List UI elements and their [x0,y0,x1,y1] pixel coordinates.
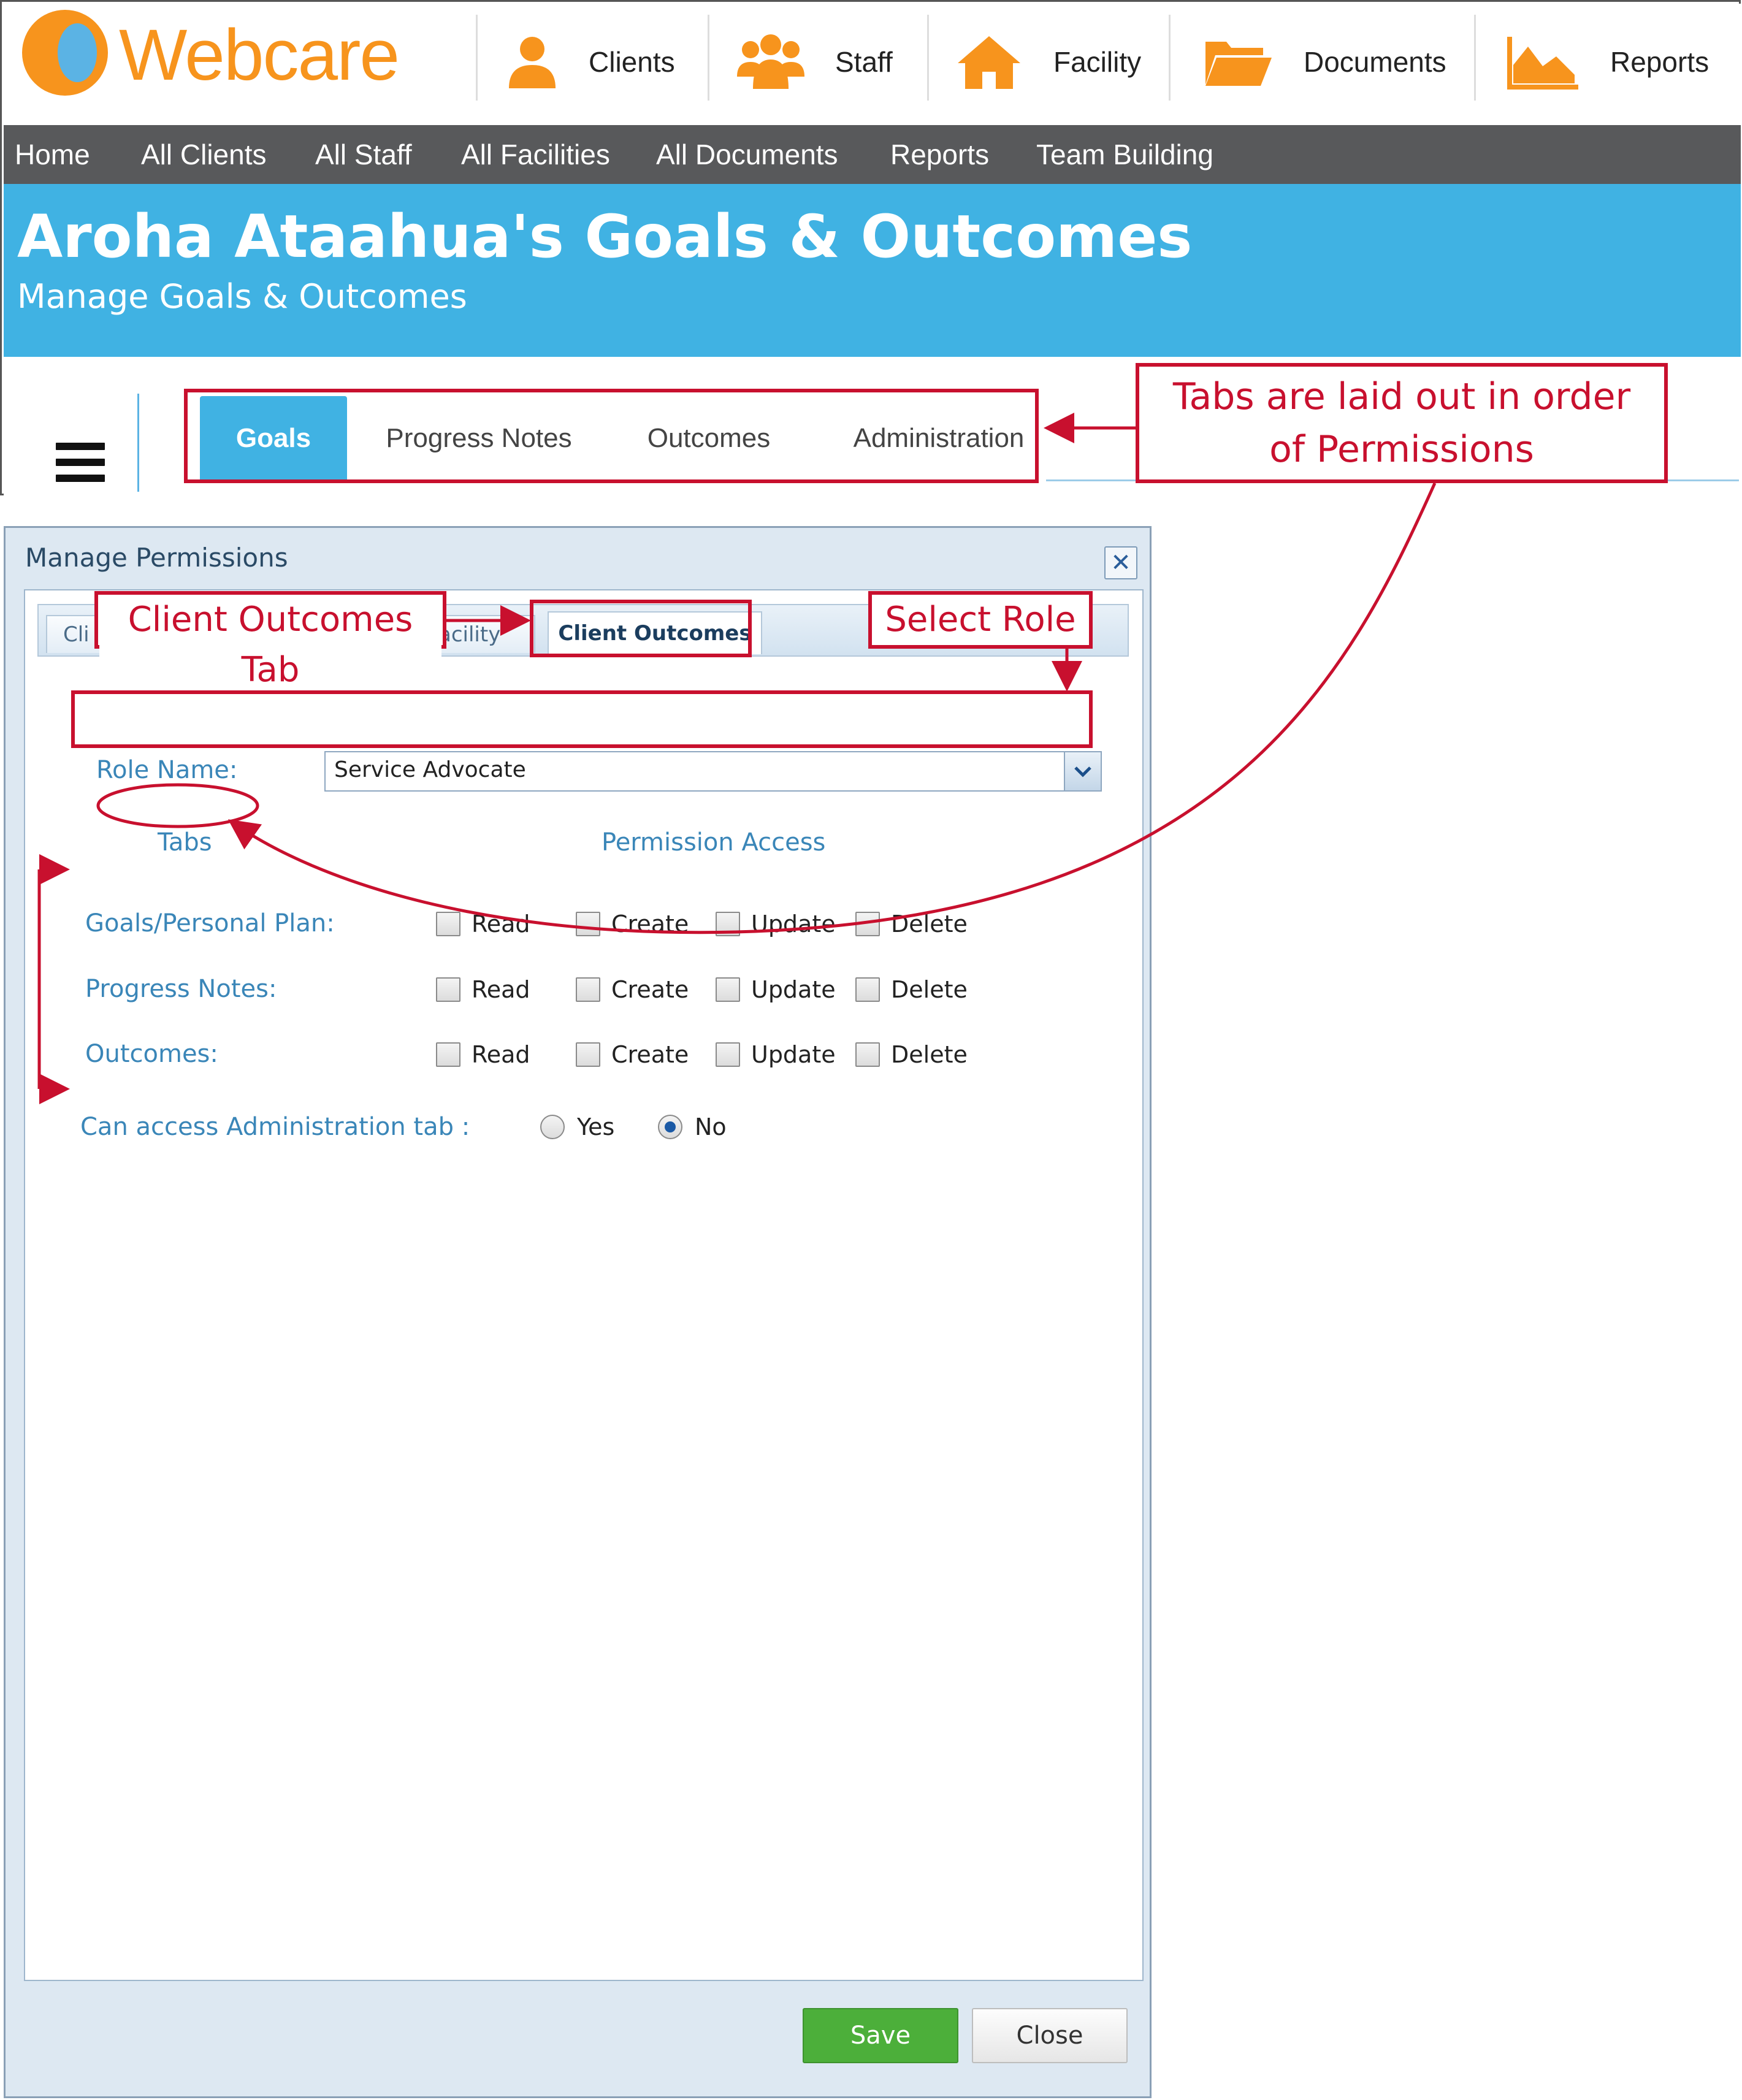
annotation-arrows [37,413,1437,1104]
